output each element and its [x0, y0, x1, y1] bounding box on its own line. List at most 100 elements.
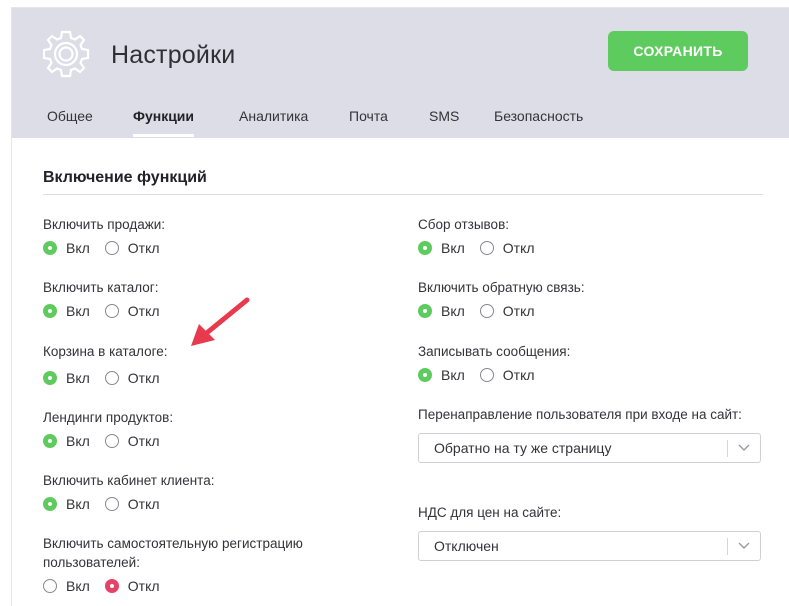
tab-mail[interactable]: Почта: [349, 108, 388, 134]
section-divider: [43, 194, 763, 195]
radio-label: Откл: [127, 240, 160, 256]
tab-security[interactable]: Безопасность: [494, 108, 583, 134]
field-client-cabinet: Включить кабинет клиента: Вкл Откл: [43, 471, 214, 512]
page-title: Настройки: [111, 41, 236, 69]
tab-bar: Общее Функции Аналитика Почта SMS Безопа…: [12, 100, 789, 138]
radio-off[interactable]: Откл: [104, 240, 160, 256]
radio-group: Вкл Откл: [43, 370, 175, 386]
field-product-landings: Лендинги продуктов: Вкл Откл: [43, 408, 175, 449]
radio-dot: [479, 304, 494, 318]
select-value: Обратно на ту же страницу: [434, 440, 612, 456]
radio-group: Вкл Откл: [43, 578, 343, 594]
radio-dot: [104, 497, 119, 511]
radio-on[interactable]: Вкл: [43, 496, 90, 512]
radio-dot: [104, 241, 119, 255]
radio-off[interactable]: Откл: [479, 367, 535, 383]
radio-on[interactable]: Вкл: [418, 303, 465, 319]
radio-label: Откл: [127, 303, 160, 319]
radio-label: Вкл: [441, 367, 465, 383]
radio-dot: [43, 371, 57, 385]
gear-icon: [42, 30, 90, 78]
radio-label: Вкл: [66, 578, 90, 594]
select-divider: [727, 440, 728, 457]
save-button[interactable]: СОХРАНИТЬ: [608, 31, 748, 71]
radio-group: Вкл Откл: [418, 367, 570, 383]
radio-off[interactable]: Откл: [104, 496, 160, 512]
radio-on[interactable]: Вкл: [43, 240, 90, 256]
radio-dot: [104, 371, 119, 385]
radio-off[interactable]: Откл: [104, 303, 160, 319]
radio-on[interactable]: Вкл: [43, 578, 90, 594]
radio-group: Вкл Откл: [418, 240, 550, 256]
field-record-messages: Записывать сообщения: Вкл Откл: [418, 342, 570, 383]
radio-label: Вкл: [66, 303, 90, 319]
radio-label: Откл: [502, 367, 535, 383]
radio-label: Вкл: [441, 240, 465, 256]
radio-label: Откл: [127, 496, 160, 512]
radio-off[interactable]: Откл: [479, 303, 535, 319]
radio-dot: [104, 434, 119, 448]
radio-dot: [43, 497, 57, 511]
tab-analytics[interactable]: Аналитика: [239, 108, 308, 134]
field-self-registration: Включить самостоятельную регистрацию пол…: [43, 534, 343, 594]
field-label: Лендинги продуктов:: [43, 410, 174, 425]
field-login-redirect: Перенаправление пользователя при входе н…: [418, 405, 761, 463]
radio-off[interactable]: Откл: [104, 370, 160, 386]
radio-label: Вкл: [66, 240, 90, 256]
radio-label: Откл: [127, 578, 160, 594]
radio-dot: [104, 304, 119, 318]
field-cart-in-catalog: Корзина в каталоге: Вкл Откл: [43, 342, 175, 386]
radio-dot: [43, 304, 57, 318]
field-label: Включить обратную связь:: [418, 280, 585, 295]
radio-label: Вкл: [66, 433, 90, 449]
radio-off[interactable]: Откл: [104, 578, 160, 594]
tab-sms[interactable]: SMS: [429, 108, 459, 134]
radio-off[interactable]: Откл: [104, 433, 160, 449]
tab-functions[interactable]: Функции: [133, 108, 195, 137]
radio-dot: [479, 241, 494, 255]
field-reviews: Сбор отзывов: Вкл Откл: [418, 215, 550, 256]
radio-dot: [418, 241, 432, 255]
chevron-down-icon: [738, 542, 750, 549]
settings-window: Настройки СОХРАНИТЬ Общее Функции Аналит…: [12, 8, 789, 606]
radio-on[interactable]: Вкл: [43, 433, 90, 449]
field-label: Записывать сообщения:: [418, 344, 571, 359]
field-label: Перенаправление пользователя при входе н…: [418, 407, 742, 422]
radio-off[interactable]: Откл: [479, 240, 535, 256]
radio-dot: [418, 304, 432, 318]
radio-on[interactable]: Вкл: [418, 240, 465, 256]
radio-group: Вкл Откл: [43, 240, 175, 256]
radio-on[interactable]: Вкл: [418, 367, 465, 383]
radio-label: Вкл: [441, 303, 465, 319]
field-enable-sales: Включить продажи: Вкл Откл: [43, 215, 175, 256]
radio-dot: [43, 434, 57, 448]
radio-on[interactable]: Вкл: [43, 370, 90, 386]
radio-label: Вкл: [66, 370, 90, 386]
section-title: Включение функций: [43, 169, 207, 186]
tab-general[interactable]: Общее: [47, 108, 93, 134]
radio-group: Вкл Откл: [43, 303, 175, 319]
radio-dot: [104, 579, 119, 593]
select-divider: [727, 538, 728, 555]
vat-select[interactable]: Отключен: [418, 531, 761, 561]
field-feedback: Включить обратную связь: Вкл Откл: [418, 278, 585, 319]
radio-group: Вкл Откл: [418, 303, 585, 319]
radio-label: Откл: [502, 240, 535, 256]
radio-dot: [479, 368, 494, 382]
field-label: Включить самостоятельную регистрацию пол…: [43, 536, 303, 570]
field-label: Включить каталог:: [43, 280, 159, 295]
radio-on[interactable]: Вкл: [43, 303, 90, 319]
radio-label: Откл: [127, 433, 160, 449]
field-label: Включить продажи:: [43, 217, 166, 232]
field-label: НДС для цен на сайте:: [418, 505, 562, 520]
radio-group: Вкл Откл: [43, 433, 175, 449]
login-redirect-select[interactable]: Обратно на ту же страницу: [418, 433, 761, 463]
radio-label: Вкл: [66, 496, 90, 512]
radio-group: Вкл Откл: [43, 496, 214, 512]
radio-label: Откл: [127, 370, 160, 386]
field-label: Сбор отзывов:: [418, 217, 509, 232]
radio-dot: [43, 579, 57, 593]
field-label: Включить кабинет клиента:: [43, 473, 215, 488]
annotation-arrow-icon: [191, 297, 250, 346]
select-value: Отключен: [434, 538, 499, 554]
